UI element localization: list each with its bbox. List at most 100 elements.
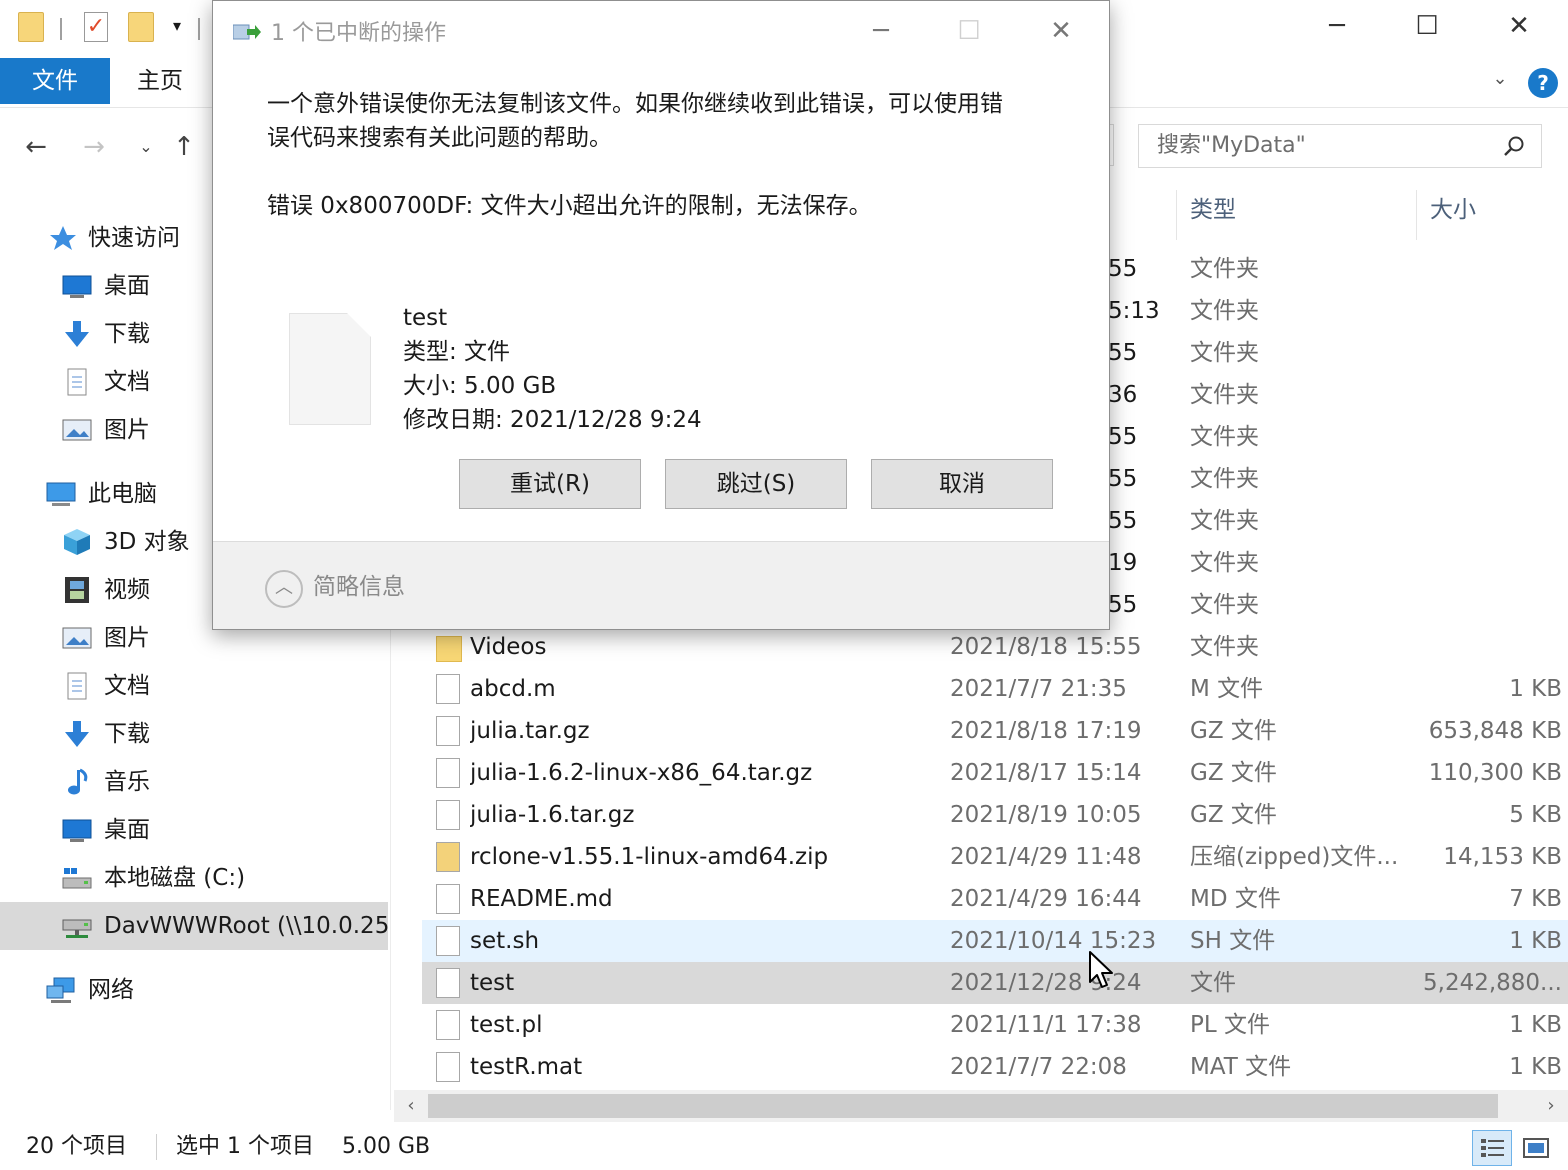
table-row[interactable]: julia-1.6.tar.gz 2021/8/19 10:05 GZ 文件 5… (422, 794, 1568, 836)
sidebar-item-desktop[interactable]: 桌面 (0, 806, 388, 854)
dialog-minimize-button[interactable]: ─ (851, 9, 911, 53)
table-row-selected[interactable]: test 2021/12/28 9:24 文件 5,242,880... (422, 962, 1568, 1004)
toolbar-separator (198, 18, 200, 40)
row-type: 文件夹 (1190, 550, 1259, 576)
maximize-button[interactable]: ☐ (1392, 6, 1462, 46)
tab-file[interactable]: 文件 (0, 58, 110, 104)
collapse-chevron-icon[interactable]: ︿ (265, 570, 303, 608)
row-type: 文件夹 (1190, 340, 1259, 366)
sidebar-item-documents[interactable]: 文档 (0, 662, 388, 710)
item-count: 20 个项目 (26, 1134, 127, 1159)
dialog-close-button[interactable]: ✕ (1031, 9, 1091, 53)
interrupted-operation-dialog: 1 个已中断的操作 ─ ☐ ✕ 一个意外错误使你无法复制该文件。如果你继续收到此… (212, 0, 1110, 630)
search-input[interactable]: 搜索"MyData" (1138, 124, 1542, 168)
row-name: README.md (470, 886, 613, 912)
table-row[interactable]: rclone-v1.55.1-linux-amd64.zip 2021/4/29… (422, 836, 1568, 878)
picture-icon (62, 419, 92, 441)
network-icon (46, 977, 75, 1003)
document-icon (67, 672, 87, 700)
file-icon (436, 674, 460, 704)
scroll-right-arrow-icon[interactable]: › (1536, 1092, 1566, 1120)
tab-home[interactable]: 主页 (110, 58, 210, 104)
film-icon (65, 577, 89, 603)
column-separator[interactable] (1416, 190, 1417, 240)
music-note-icon (68, 768, 88, 795)
customize-quick-access-icon[interactable]: ▾ (166, 16, 188, 52)
computer-icon (46, 482, 76, 506)
table-row[interactable]: julia-1.6.2-linux-x86_64.tar.gz 2021/8/1… (422, 752, 1568, 794)
row-size: 653,848 KB (1428, 718, 1562, 744)
large-icons-view-icon[interactable] (1516, 1130, 1556, 1166)
recent-locations-chevron-icon[interactable]: ⌄ (128, 130, 164, 164)
cancel-button[interactable]: 取消 (871, 459, 1053, 509)
scroll-left-arrow-icon[interactable]: ‹ (396, 1092, 426, 1120)
less-info-link[interactable]: 简略信息 (313, 570, 405, 604)
table-row[interactable]: abcd.m 2021/7/7 21:35 M 文件 1 KB (422, 668, 1568, 710)
scrollbar-thumb[interactable] (428, 1094, 1498, 1118)
table-row[interactable]: Videos 2021/8/18 15:55 文件夹 (422, 626, 1568, 668)
sidebar-item-label: 下载 (104, 721, 150, 747)
properties-check-icon[interactable]: ✓ (84, 12, 108, 42)
sidebar-item-label: 文档 (104, 369, 150, 395)
row-date-fragment: 19 (1108, 550, 1138, 576)
row-date-fragment: 36 (1108, 382, 1138, 408)
table-row[interactable]: set.sh 2021/10/14 15:23 SH 文件 1 KB (422, 920, 1568, 962)
table-row[interactable]: README.md 2021/4/29 16:44 MD 文件 7 KB (422, 878, 1568, 920)
selected-size: 5.00 GB (342, 1134, 431, 1159)
row-name: julia-1.6.2-linux-x86_64.tar.gz (470, 760, 813, 786)
table-row[interactable]: testR.mat 2021/7/7 22:08 MAT 文件 1 KB (422, 1046, 1568, 1088)
column-header-size[interactable]: 大小 (1418, 182, 1568, 242)
document-icon (67, 368, 87, 396)
dialog-maximize-button[interactable]: ☐ (939, 9, 999, 53)
dialog-message-line: 误代码来搜索有关此问题的帮助。 (267, 125, 612, 151)
up-arrow-icon[interactable]: ↑ (166, 130, 202, 164)
column-header-type[interactable]: 类型 (1178, 182, 1414, 242)
row-type: GZ 文件 (1190, 718, 1277, 744)
row-type: 文件夹 (1190, 634, 1259, 660)
file-icon (436, 926, 460, 956)
sidebar-item-network[interactable]: 网络 (0, 966, 388, 1014)
minimize-button[interactable]: ─ (1302, 6, 1372, 46)
table-row[interactable]: test.pl 2021/11/1 17:38 PL 文件 1 KB (422, 1004, 1568, 1046)
retry-button[interactable]: 重试(R) (459, 459, 641, 509)
help-icon[interactable]: ? (1528, 68, 1558, 98)
row-type: 文件夹 (1190, 424, 1259, 450)
sidebar-item-music[interactable]: 音乐 (0, 758, 388, 806)
row-size: 14,153 KB (1443, 844, 1562, 870)
status-separator (156, 1134, 157, 1160)
file-icon (436, 758, 460, 788)
file-icon (436, 968, 460, 998)
error-code-text: 错误 0x800700DF: 文件大小超出允许的限制，无法保存。 (267, 193, 872, 219)
dialog-message: 一个意外错误使你无法复制该文件。如果你继续收到此错误，可以使用错 误代码来搜索有… (267, 87, 1057, 155)
sidebar-item-label: 文档 (104, 673, 150, 699)
file-icon (289, 313, 371, 425)
file-type: 类型: 文件 (403, 339, 511, 365)
skip-button[interactable]: 跳过(S) (665, 459, 847, 509)
close-button[interactable]: ✕ (1484, 6, 1554, 46)
new-folder-icon[interactable] (128, 12, 154, 42)
sidebar-item-label: 下载 (104, 321, 150, 347)
back-arrow-icon[interactable]: ← (18, 130, 54, 164)
details-view-icon[interactable] (1472, 1130, 1512, 1166)
sidebar-item-label: 图片 (104, 625, 150, 651)
forward-arrow-icon[interactable]: → (76, 130, 112, 164)
sidebar-item-downloads[interactable]: 下载 (0, 710, 388, 758)
sidebar-item-davwwwroot[interactable]: DavWWWRoot (\\10.0.25 (0, 902, 388, 950)
file-size: 大小: 5.00 GB (403, 373, 557, 399)
row-type: GZ 文件 (1190, 760, 1277, 786)
sidebar-item-local-disk[interactable]: 本地磁盘 (C:) (0, 854, 388, 902)
search-icon[interactable] (1503, 135, 1525, 157)
mouse-cursor-icon (1089, 951, 1113, 988)
row-size: 5,242,880... (1423, 970, 1562, 996)
row-size: 1 KB (1509, 928, 1562, 954)
sidebar-item-label: 桌面 (104, 273, 150, 299)
cube-icon (64, 529, 90, 555)
table-row[interactable]: julia.tar.gz 2021/8/18 17:19 GZ 文件 653,8… (422, 710, 1568, 752)
expand-ribbon-chevron-icon[interactable]: ⌄ (1486, 68, 1514, 89)
row-date: 2021/4/29 16:44 (950, 886, 1142, 912)
column-separator[interactable] (1176, 190, 1177, 240)
picture-icon (62, 627, 92, 649)
row-date-fragment: 55 (1108, 424, 1138, 450)
horizontal-scrollbar[interactable]: ‹ › (394, 1090, 1568, 1122)
row-type: M 文件 (1190, 676, 1264, 702)
